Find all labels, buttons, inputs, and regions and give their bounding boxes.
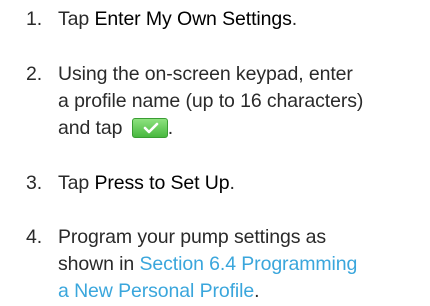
step-number: 4. [26,226,43,248]
confirm-checkmark-button-image [131,118,168,138]
step-text-line: Program your pump settings as [58,226,327,248]
ui-label-press-to-set-up: Press to Set Up [94,172,230,194]
checkmark-icon [143,122,158,134]
step-text-line: a profile name (up to 16 characters) [58,90,364,112]
step-text-suffix: . [291,8,298,30]
step-text-line: and tap [58,117,128,139]
step-number: 2. [26,63,43,85]
step-text: Tap Enter My Own Settings. [58,6,297,33]
section-link-line-1[interactable]: Section 6.4 Programming [139,253,357,275]
step-text: Program your pump settings as shown in S… [58,224,357,305]
step-text-line: Using the on-screen keypad, enter [58,63,353,85]
step-text-suffix: . [229,172,235,194]
ui-label-enter-my-own-settings: Enter My Own Settings [94,8,292,30]
section-link-line-2[interactable]: a New Personal Profile [58,280,254,302]
step-3: 3. Tap Press to Set Up. [26,170,235,197]
step-number: 3. [26,172,43,194]
step-number: 1. [26,8,43,30]
step-4: 4. Program your pump settings as shown i… [26,224,357,305]
step-text-prefix: Tap [58,172,95,194]
step-1: 1. Tap Enter My Own Settings. [26,6,297,33]
step-text-line: shown in [58,253,140,275]
step-text-suffix: . [167,117,174,139]
step-text-prefix: Tap [58,8,95,30]
step-text: Tap Press to Set Up. [58,170,235,197]
step-text-suffix: . [254,280,260,302]
step-text: Using the on-screen keypad, enter a prof… [58,61,363,142]
step-2: 2. Using the on-screen keypad, enter a p… [26,61,363,142]
